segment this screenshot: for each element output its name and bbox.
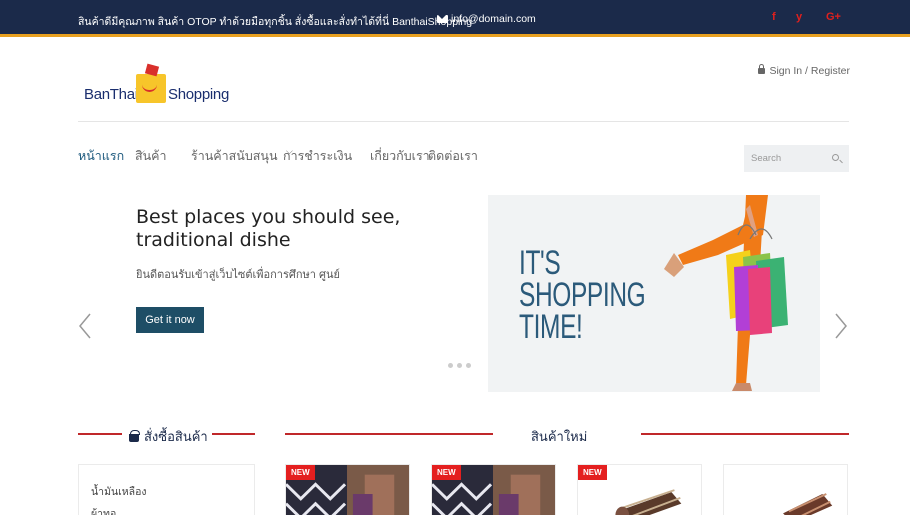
- top-bar-message: สินค้าดีมีคุณภาพ สินค้า OTOP ทำด้วยมือทุ…: [78, 16, 473, 28]
- slider-prev-arrow-icon[interactable]: [78, 312, 92, 340]
- order-section-title-text: สั่งซื้อสินค้า: [144, 429, 208, 444]
- section-divider: [212, 433, 255, 435]
- category-list: น้ำมันเหลือง ผ้าทอ: [78, 464, 255, 515]
- hero-subtitle: ยินดีตอนรับเข้าสู่เว็บไซต์เพื่อการศึกษา …: [136, 269, 340, 281]
- shopping-bag-icon: [129, 430, 140, 442]
- product-card[interactable]: NEW: [285, 464, 410, 515]
- lock-icon: [758, 64, 766, 74]
- top-bar: สินค้าดีมีคุณภาพ สินค้า OTOP ทำด้วยมือทุ…: [0, 0, 910, 37]
- chevron-down-icon: ⌵: [286, 146, 293, 156]
- hero-banner-image: IT'S SHOPPING TIME!: [488, 195, 820, 392]
- new-badge: NEW: [578, 465, 607, 480]
- shopping-woman-illustration: [664, 195, 788, 391]
- hero-title: Best places you should see, traditional …: [136, 206, 401, 251]
- email-text[interactable]: info@domain.com: [451, 13, 536, 25]
- new-badge: NEW: [286, 465, 315, 480]
- product-card[interactable]: [723, 464, 848, 515]
- nav-item-contact[interactable]: ติดต่อเรา: [428, 146, 478, 166]
- sign-in-register-link[interactable]: Sign In / Register: [758, 64, 850, 77]
- facebook-icon[interactable]: f: [772, 11, 776, 23]
- get-it-now-button[interactable]: Get it now: [136, 307, 204, 333]
- header-divider: [78, 121, 849, 122]
- product-card[interactable]: NEW: [431, 464, 556, 515]
- sign-in-label[interactable]: Sign In / Register: [769, 65, 850, 77]
- product-image[interactable]: [724, 465, 847, 515]
- chevron-down-icon: ⌵: [138, 146, 145, 156]
- new-badge: NEW: [432, 465, 461, 480]
- section-divider: [78, 433, 122, 435]
- slider-dot[interactable]: [448, 363, 453, 368]
- nav-item-payment-label[interactable]: การชำระเงิน: [283, 146, 352, 166]
- section-divider: [641, 433, 849, 435]
- nav-item-shops[interactable]: ร้านค้าสนับสนุน: [191, 146, 278, 166]
- slider-dots[interactable]: [448, 355, 475, 373]
- category-item[interactable]: ผ้าทอ: [91, 505, 116, 515]
- product-card[interactable]: NEW: [577, 464, 702, 515]
- site-logo[interactable]: BanThai Shopping: [80, 58, 230, 104]
- logo-text-part2: Shopping: [168, 86, 229, 103]
- order-section-title: สั่งซื้อสินค้า: [129, 426, 208, 447]
- nav-item-home[interactable]: หน้าแรก: [78, 146, 124, 166]
- section-divider: [285, 433, 493, 435]
- search-box[interactable]: Search: [744, 145, 849, 172]
- category-item[interactable]: น้ำมันเหลือง: [91, 483, 147, 500]
- nav-item-about[interactable]: เกี่ยวกับเรา: [370, 146, 430, 166]
- slider-next-arrow-icon[interactable]: [834, 312, 848, 340]
- shopping-bag-logo-icon: [136, 74, 166, 103]
- mail-icon: [437, 15, 448, 23]
- google-plus-icon[interactable]: G+: [826, 11, 841, 23]
- new-products-section-title: สินค้าใหม่: [531, 429, 588, 444]
- slider-dot[interactable]: [466, 363, 471, 368]
- logo-text-part1: BanThai: [84, 86, 138, 103]
- slider-dot[interactable]: [457, 363, 462, 368]
- top-bar-email[interactable]: info@domain.com: [437, 13, 536, 25]
- search-input[interactable]: Search: [751, 153, 781, 164]
- youtube-icon[interactable]: y: [796, 11, 802, 23]
- search-icon[interactable]: [832, 154, 839, 161]
